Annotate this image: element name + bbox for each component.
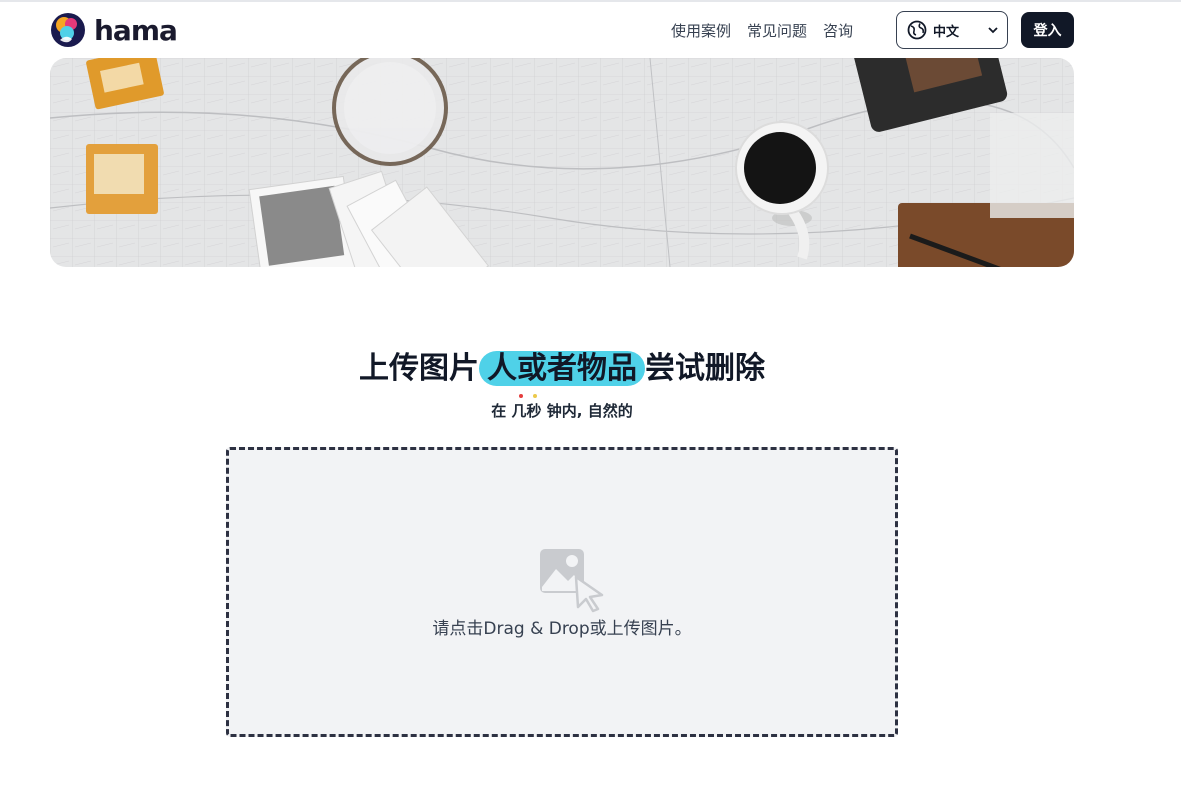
subtitle-dotted-char-2: 秒 (526, 394, 542, 421)
hama-logo-icon (51, 13, 85, 47)
page-subtitle: 在 几秒 钟内, 自然的 (0, 394, 1124, 421)
title-suffix: 尝试删除 (645, 351, 765, 386)
main-nav: 使用案例 常见问题 咨询 (671, 20, 853, 41)
desk-map-photo (50, 58, 1074, 267)
image-upload-icon (540, 549, 604, 613)
image-drop-zone[interactable]: 请点击Drag & Drop或上传图片。 (226, 447, 898, 737)
site-header: hama 使用案例 常见问题 咨询 中文 登入 (50, 10, 1074, 50)
subtitle-part-c: 秒 (526, 402, 542, 420)
language-select[interactable]: 中文 (896, 11, 1008, 49)
subtitle-part-d: 钟内, 自然的 (546, 402, 633, 420)
subtitle-dotted-char-1: 几 (511, 394, 527, 421)
yellow-dot (532, 394, 537, 398)
nav-contact[interactable]: 咨询 (823, 20, 853, 41)
title-highlight: 人或者物品 (479, 351, 645, 386)
brand-logo[interactable]: hama (50, 12, 178, 48)
chevron-down-icon (988, 27, 998, 34)
title-prefix: 上传图片 (359, 351, 479, 386)
brand-name: hama (94, 13, 178, 47)
nav-use-cases[interactable]: 使用案例 (671, 20, 731, 41)
globe-icon (907, 20, 927, 40)
subtitle-part-b: 几 (511, 402, 527, 420)
top-divider (0, 0, 1181, 2)
hero-banner-image (50, 58, 1074, 267)
nav-faq[interactable]: 常见问题 (747, 20, 807, 41)
red-dot (518, 394, 523, 398)
login-button[interactable]: 登入 (1021, 12, 1074, 48)
language-label: 中文 (933, 24, 960, 40)
subtitle-part-a: 在 (491, 402, 507, 420)
page-title: 上传图片 人或者物品 尝试删除 (0, 343, 1124, 387)
upload-prompt: 请点击Drag & Drop或上传图片。 (432, 619, 692, 639)
